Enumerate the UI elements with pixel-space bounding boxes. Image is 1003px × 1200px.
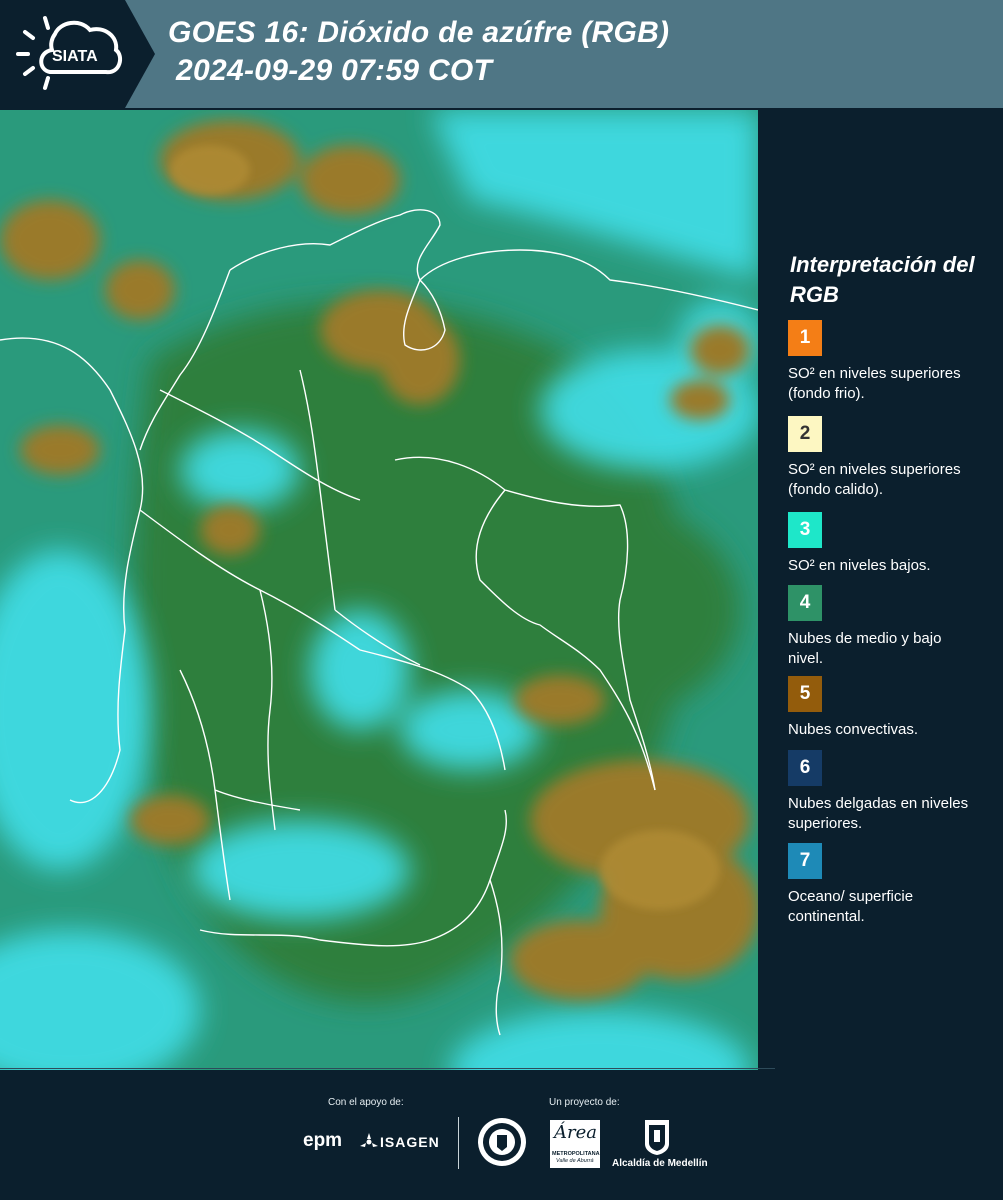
page-title: GOES 16: Dióxido de azúfre (RGB) [168,16,670,49]
legend-panel: Interpretación del RGB 1 SO² en niveles … [772,110,1003,1070]
legend-swatch-7: 7 [788,843,822,879]
footer-vertical-divider [458,1117,459,1169]
legend-title: Interpretación del RGB [790,252,975,307]
area-logo-text: Área [554,1122,597,1143]
isagen-icon [360,1133,378,1156]
isagen-logo: ISAGEN [380,1134,440,1150]
siata-logo-text: SIATA [52,48,98,65]
legend-desc-1: SO² en niveles superiores (fondo frio). [788,365,961,402]
legend-desc-2: SO² en niveles superiores (fondo calido)… [788,461,961,498]
legend-desc-5: Nubes convectivas. [788,721,919,738]
legend-item-5: 5 Nubes convectivas. [788,676,988,740]
project-label: Un proyecto de: [549,1097,620,1108]
alcaldia-logo-text: Alcaldía de Medellín [612,1158,708,1169]
header-bar: SIATA GOES 16: Dióxido de azúfre (RGB) 2… [0,0,1003,108]
legend-item-3: 3 SO² en niveles bajos. [788,512,988,576]
legend-item-4: 4 Nubes de medio y bajo nivel. [788,585,988,669]
legend-desc-6: Nubes delgadas en niveles superiores. [788,795,969,832]
page-timestamp: 2024-09-29 07:59 COT [176,54,493,87]
footer-divider [0,1068,775,1069]
legend-swatch-2: 2 [788,416,822,452]
area-logo-sub1: METROPOLITANA [552,1151,600,1157]
medellin-seal-icon [477,1117,527,1172]
satellite-rgb-map [0,110,758,1070]
siata-logo: SIATA [0,0,160,108]
legend-swatch-3: 3 [788,512,822,548]
legend-swatch-4: 4 [788,585,822,621]
legend-item-1: 1 SO² en niveles superiores (fondo frio)… [788,320,988,404]
area-logo-sub2: Valle de Aburrá [556,1158,594,1164]
epm-logo: epm [303,1130,343,1151]
legend-item-2: 2 SO² en niveles superiores (fondo calid… [788,416,988,500]
alcaldia-shield-icon [643,1118,671,1161]
legend-item-7: 7 Oceano/ superficie continental. [788,843,988,927]
legend-swatch-1: 1 [788,320,822,356]
legend-desc-4: Nubes de medio y bajo nivel. [788,630,942,667]
legend-item-6: 6 Nubes delgadas en niveles superiores. [788,750,988,834]
legend-swatch-5: 5 [788,676,822,712]
area-metropolitana-logo: Área METROPOLITANA Valle de Aburrá [550,1120,600,1168]
support-label: Con el apoyo de: [328,1097,404,1108]
legend-desc-3: SO² en niveles bajos. [788,557,931,574]
legend-desc-7: Oceano/ superficie continental. [788,888,914,925]
legend-swatch-6: 6 [788,750,822,786]
